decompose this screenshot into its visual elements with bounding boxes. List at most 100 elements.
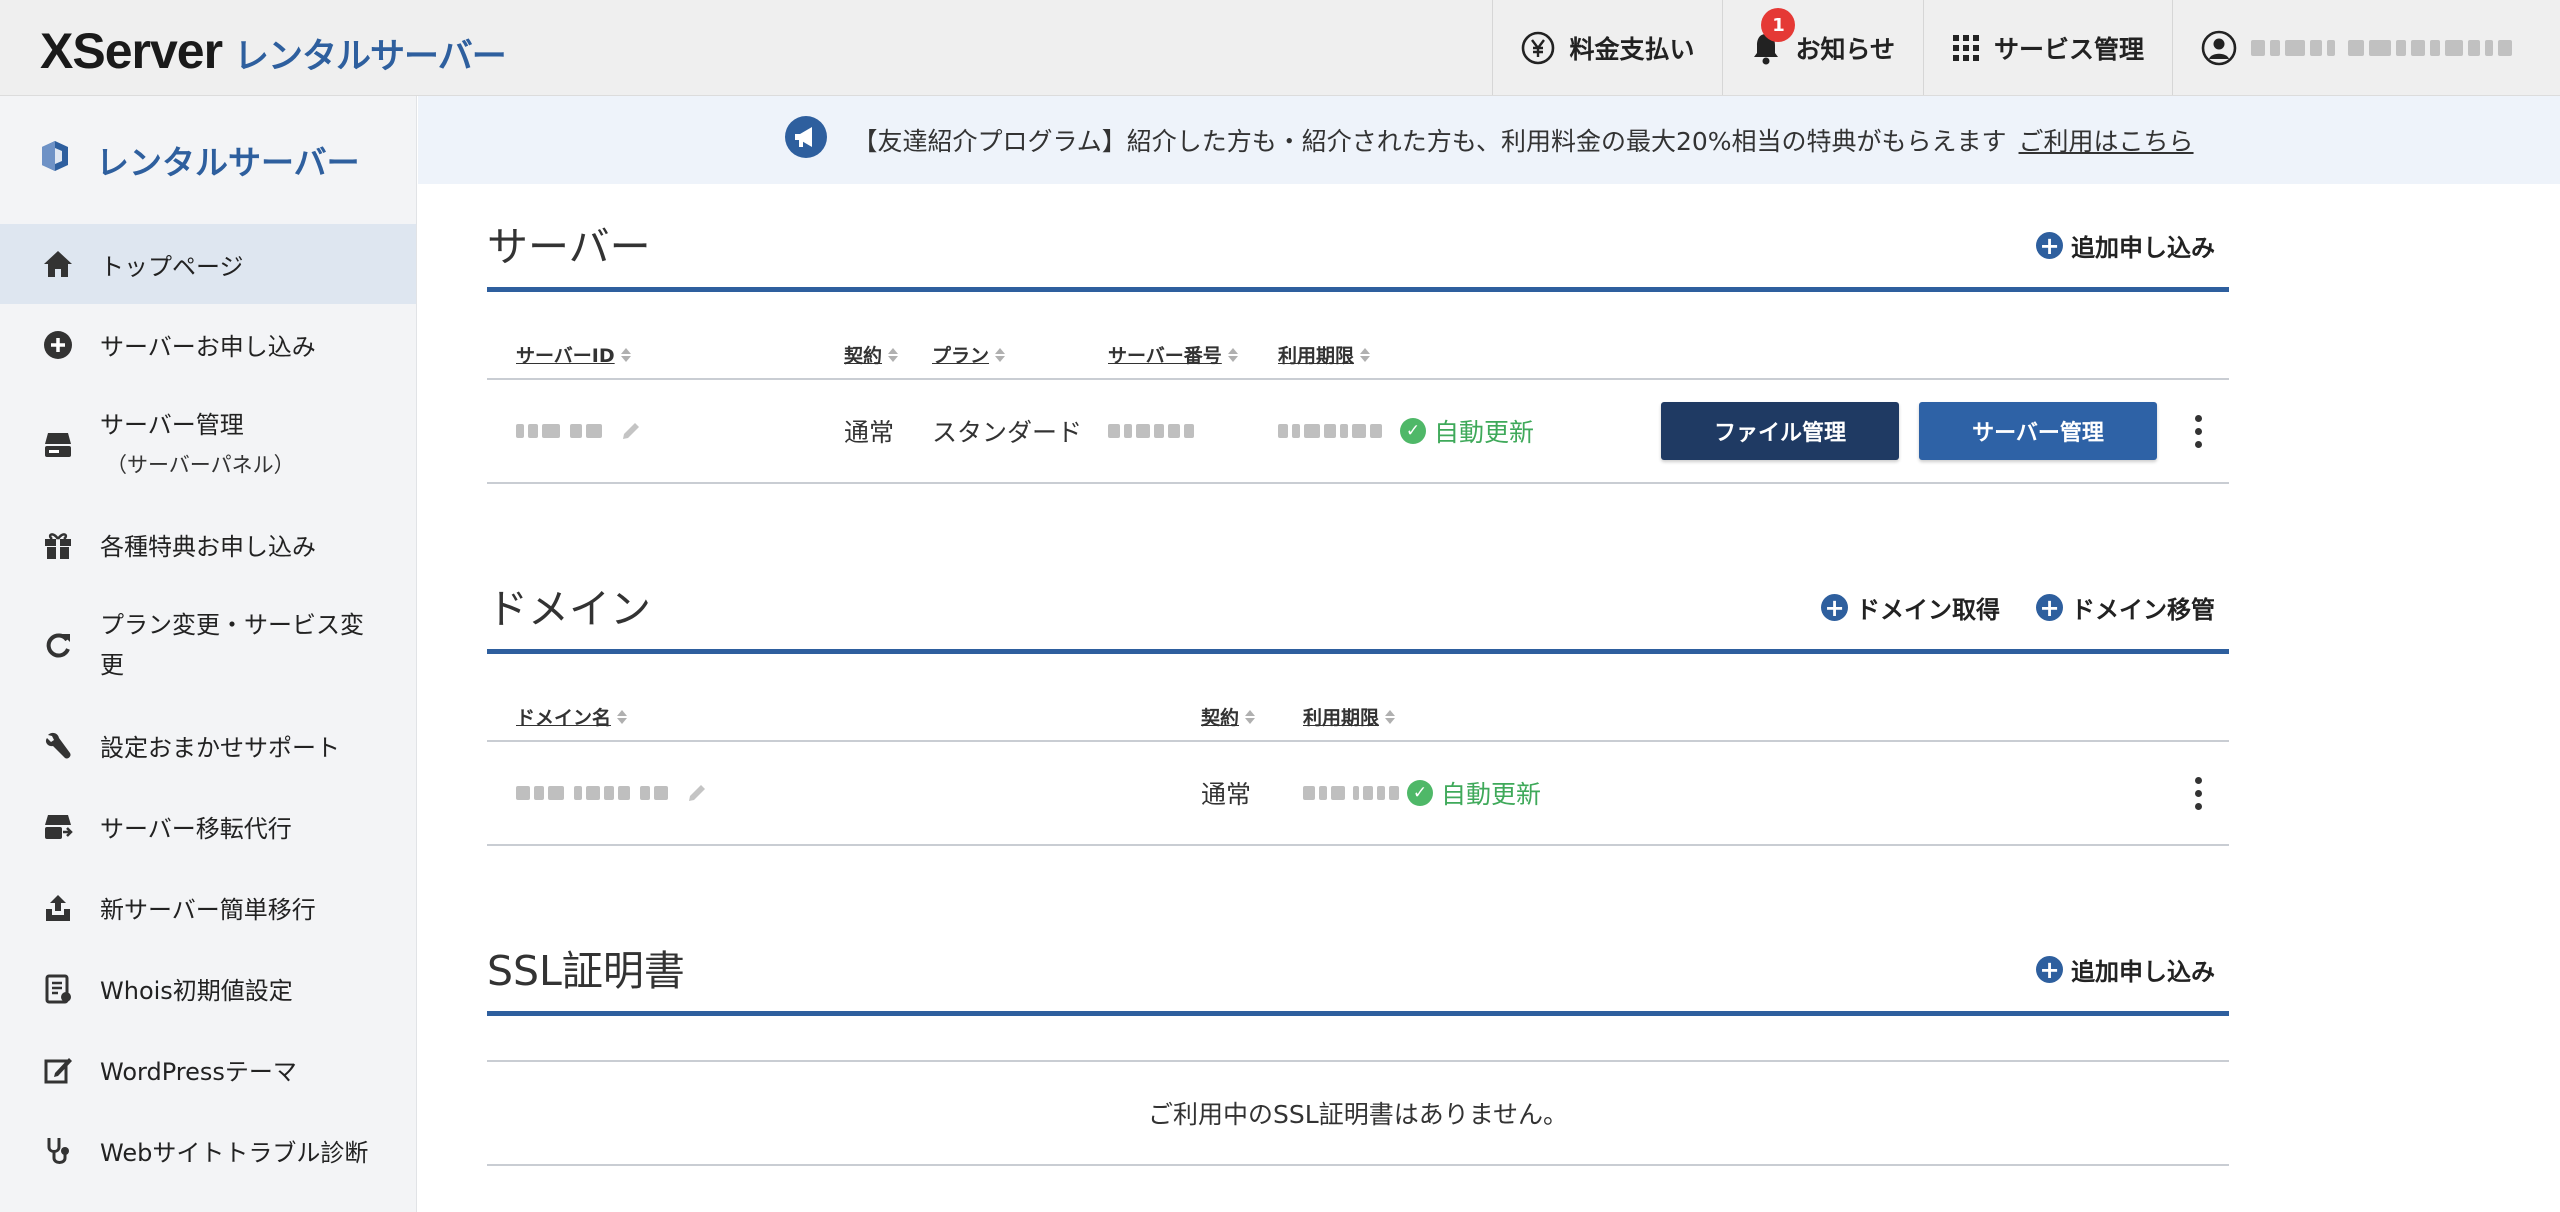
sidebar-item-label: プラン変更・サービス変 [100,611,364,639]
server-number-cell [1108,380,1194,482]
column-header[interactable]: サーバー番号 [1108,341,1238,368]
user-menu[interactable] [2172,0,2560,95]
column-label: サーバー番号 [1108,345,1222,367]
check-circle-icon: ✓ [1407,780,1433,806]
edit-square-icon [40,1055,76,1085]
sidebar-item-benefits[interactable]: 各種特典お申し込み [0,504,416,585]
top-header: XServer レンタルサーバー 料金支払い 1 お知らせ サービス管理 [0,0,2560,96]
column-header[interactable]: 契約 [844,341,899,368]
column-header[interactable]: サーバーID [516,341,631,368]
gift-icon [40,530,76,560]
column-header[interactable]: 契約 [1201,703,1256,730]
header-nav-payment[interactable]: 料金支払い [1492,0,1722,95]
sidebar-item-site-diagnosis[interactable]: Webサイトトラブル診断 [0,1110,416,1191]
expiry-date-redacted [1278,424,1382,438]
column-header[interactable]: 利用期限 [1303,703,1396,730]
grid-icon [1952,34,1980,62]
action-label: ドメイン取得 [1856,596,2000,624]
sidebar-title-label: レンタルサーバー [96,143,360,182]
header-nav-label: お知らせ [1795,34,1895,64]
sidebar-item-label: Whois初期値設定 [100,977,293,1005]
home-icon [40,249,76,279]
section-title: ドメイン [487,585,651,633]
more-vertical-icon [2188,776,2208,810]
row-menu-button[interactable] [2188,742,2208,844]
megaphone-icon [784,115,828,165]
sidebar-item-setup-support[interactable]: 設定おまかせサポート [0,705,416,786]
header-nav-news[interactable]: 1 お知らせ [1722,0,1923,95]
ssl-section-header: SSL証明書 + 追加申し込み [487,944,2229,1016]
domain-transfer-button[interactable]: + ドメイン移管 [2036,590,2215,625]
cube-icon [40,139,70,181]
sidebar-item-server-transfer[interactable]: サーバー移転代行 [0,786,416,867]
yen-icon [1521,31,1555,65]
column-header[interactable]: プラン [932,341,1006,368]
banner-link[interactable]: ご利用はこちら [2019,122,2194,158]
sidebar-item-sublabel: （サーバーパネル） [106,452,295,477]
sort-icon [1245,709,1256,724]
auto-renew-status: ✓ 自動更新 [1400,413,1534,449]
user-circle-icon [2201,30,2237,66]
sidebar-item-label: サーバー管理 [100,410,244,439]
domain-acquire-button[interactable]: + ドメイン取得 [1821,590,2000,625]
referral-banner: 【友達紹介プログラム】紹介した方も・紹介された方も、利用料金の最大20%相当の特… [418,96,2560,184]
brand-logo[interactable]: XServer レンタルサーバー [40,22,507,79]
expiry-cell: ✓ 自動更新 [1278,380,1534,482]
sidebar-item-server-panel[interactable]: サーバー管理 （サーバーパネル） [0,385,416,504]
refresh-icon [40,630,76,660]
column-header[interactable]: ドメイン名 [516,703,628,730]
contract-cell: 通常 [1201,780,1252,809]
column-label: 利用期限 [1278,345,1355,367]
column-label: 契約 [1201,707,1240,729]
server-add-button[interactable]: + 追加申し込み [2036,228,2215,263]
banner-text: 【友達紹介プログラム】紹介した方も・紹介された方も、利用料金の最大20%相当の特… [852,127,2007,156]
auto-renew-status: ✓ 自動更新 [1407,775,1541,811]
sidebar-item-label: サーバー移転代行 [100,815,292,843]
column-header[interactable]: 利用期限 [1278,341,1371,368]
sidebar-item-easy-migration[interactable]: 新サーバー簡単移行 [0,867,416,948]
server-section-header: サーバー + 追加申し込み [487,220,2229,292]
sidebar-item-wordpress-theme[interactable]: WordPressテーマ [0,1029,416,1110]
section-title: SSL証明書 [487,947,685,995]
pencil-icon[interactable] [620,420,642,442]
sort-icon [1360,347,1371,362]
sidebar-title[interactable]: レンタルサーバー [0,96,416,224]
more-vertical-icon [2188,414,2208,448]
upload-icon [40,893,76,923]
plan-cell: スタンダード [932,418,1083,447]
sidebar-item-label: 新サーバー簡単移行 [100,896,316,924]
action-label: ドメイン移管 [2071,596,2215,624]
wrench-icon [40,731,76,761]
brand-subtitle: レンタルサーバー [234,37,507,77]
domain-name-cell [516,742,708,844]
sort-icon [620,347,631,362]
stethoscope-icon [40,1136,76,1166]
section-title: サーバー [487,223,651,271]
sidebar-item-label: トップページ [100,252,244,281]
sidebar-item-whois[interactable]: Whois初期値設定 [0,948,416,1029]
server-panel-button[interactable]: サーバー管理 [1919,402,2157,460]
sidebar-item-label: 設定おまかせサポート [100,734,340,762]
plus-circle-icon: + [2036,232,2063,259]
plus-circle-icon: + [2036,956,2063,983]
contract-cell: 通常 [844,418,895,447]
server-transfer-icon [40,812,76,842]
status-label: 自動更新 [1434,418,1535,447]
action-cell: ファイル管理 [1661,380,1899,482]
header-nav-services[interactable]: サービス管理 [1922,0,2172,95]
ssl-add-button[interactable]: + 追加申し込み [2036,952,2215,987]
server-id-redacted [516,424,602,438]
expiry-date-redacted [1303,786,1399,800]
server-table-header: サーバーID 契約 プラン サーバー番号 利用期限 [487,292,2229,380]
sidebar-item-server-order[interactable]: サーバーお申し込み [0,304,416,385]
row-menu-button[interactable] [2188,380,2208,482]
ssl-empty-state: ご利用中のSSL証明書はありません。 [487,1060,2229,1166]
sidebar-item-plan-change[interactable]: プラン変更・サービス変 更 [0,585,416,705]
sidebar-item-top[interactable]: トップページ [0,224,416,304]
sort-icon [617,709,628,724]
plus-circle-icon [40,330,76,360]
file-manager-button[interactable]: ファイル管理 [1661,402,1899,460]
sort-icon [888,347,899,362]
pencil-icon[interactable] [686,782,708,804]
document-icon [40,974,76,1004]
